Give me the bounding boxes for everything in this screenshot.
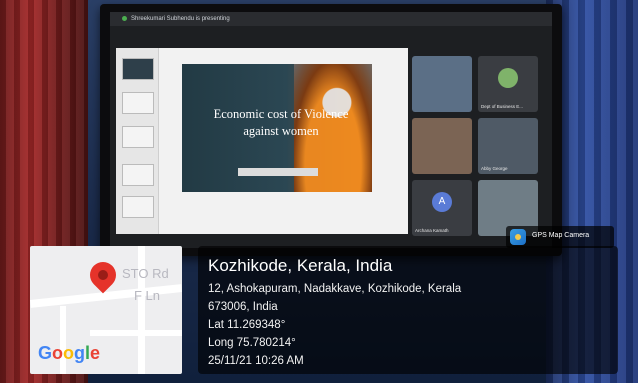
location-info: Kozhikode, Kerala, India 12, Ashokapuram… [198,246,618,374]
slide-thumbnail [122,196,154,218]
map-street-label: STO Rd [122,266,169,281]
participant-tile [412,56,472,112]
slide-thumbnail [122,126,154,148]
gps-map-camera-badge: GPS Map Camera [506,226,614,248]
presenting-bar: Shreekumari Subhendu is presenting [110,12,552,26]
map-street-label: F Ln [134,288,161,303]
participant-tile: Dept of Business E... [478,56,538,112]
participant-avatar: A [432,192,452,212]
place-name: Kozhikode, Kerala, India [208,256,393,275]
map-road [90,330,182,336]
slide-thumbnail [122,164,154,186]
presenting-text: Shreekumari Subhendu is presenting [131,16,230,22]
current-slide: Economic cost of Violence against women [182,64,372,192]
google-logo: Google [38,343,101,363]
monitor: Shreekumari Subhendu is presenting Econo… [100,4,562,256]
date-time: 25/11/21 10:26 AM [208,355,304,367]
longitude: Long 75.780214° [208,337,296,349]
location-pin-icon [84,256,122,294]
latitude: Lat 11.269348° [208,319,286,331]
gps-camera-icon [510,229,526,245]
participant-avatar [498,68,518,88]
presentation-window: Economic cost of Violence against women [116,48,408,234]
map-thumbnail: STO Rd F Ln Google [30,246,182,374]
slide-caption-bar [238,168,318,176]
slide-thumbnail [122,58,154,80]
slide-title: Economic cost of Violence against women [213,107,349,138]
geotag-overlay: STO Rd F Ln Google Kozhikode, Kerala, In… [30,246,620,376]
participant-tile: Abby George [478,118,538,174]
slide-thumbnails [116,48,159,234]
participant-tile [412,118,472,174]
slide-thumbnail [122,92,154,114]
meeting-screen: Shreekumari Subhendu is presenting Econo… [110,12,552,248]
gps-camera-label: GPS Map Camera [532,232,590,239]
presenting-dot-icon [122,15,127,21]
address-line-1: 12, Ashokapuram, Nadakkave, Kozhikode, K… [208,283,462,295]
participant-tile: A Archana Kamath [412,180,472,236]
address-line-2: 673006, India [208,301,278,313]
